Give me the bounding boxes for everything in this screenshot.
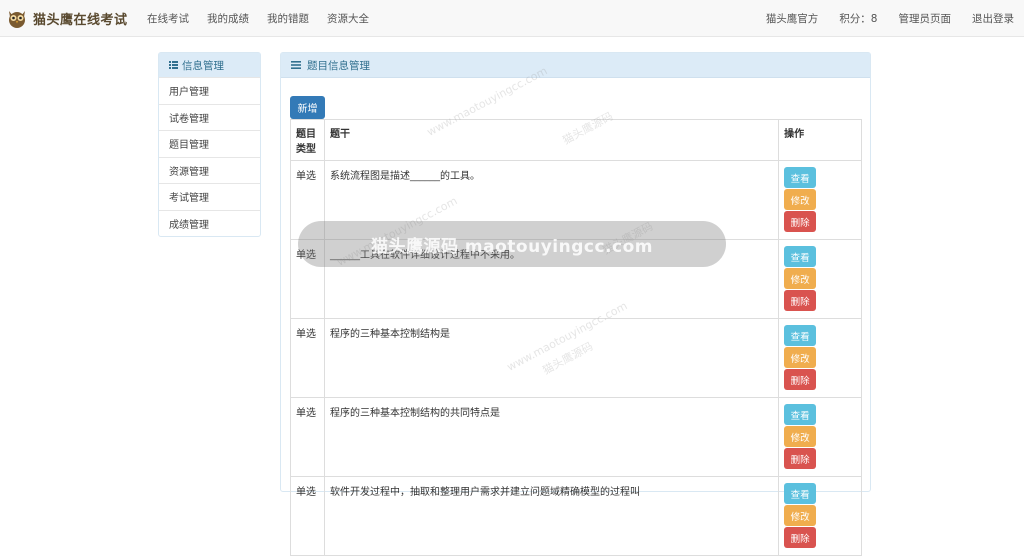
view-button[interactable]: 查看 <box>784 325 817 346</box>
question-type: 单选 <box>290 318 325 398</box>
top-navbar: 猫头鹰在线考试 在线考试 我的成绩 我的错题 资源大全 猫头鹰官方 积分：8 管… <box>0 0 1024 37</box>
sidebar-item-papers[interactable]: 试卷管理 <box>159 103 260 131</box>
edit-button[interactable]: 修改 <box>784 347 817 368</box>
question-table: 题目类型 题干 操作 单选 系统流程图是描述______的工具。 查看 修改 删… <box>290 119 862 556</box>
nav-resources[interactable]: 资源大全 <box>327 11 369 26</box>
column-header-actions: 操作 <box>778 119 862 161</box>
sidebar-item-exams[interactable]: 考试管理 <box>159 183 260 210</box>
watermark-overlay: 猫头鹰源码 maotouyingcc.com <box>298 221 726 267</box>
brand-title: 猫头鹰在线考试 <box>33 12 128 28</box>
table-row: 单选 软件开发过程中，抽取和整理用户需求并建立问题域精确模型的过程叫 查看 修改… <box>290 476 862 556</box>
edit-button[interactable]: 修改 <box>784 268 817 289</box>
sidebar-item-scores[interactable]: 成绩管理 <box>159 209 260 237</box>
delete-button[interactable]: 删除 <box>784 211 817 232</box>
question-panel: 题目信息管理 新增 题目类型 题干 操作 单选 系统流程图是描述______的工… <box>280 52 871 556</box>
add-question-button[interactable]: 新增 <box>290 96 325 119</box>
delete-button[interactable]: 删除 <box>784 290 817 311</box>
table-row: 单选 程序的三种基本控制结构的共同特点是 查看 修改 删除 <box>290 397 862 477</box>
edit-button[interactable]: 修改 <box>784 426 817 447</box>
list-icon <box>169 61 178 69</box>
delete-button[interactable]: 删除 <box>784 527 817 548</box>
user-nav: 猫头鹰官方 积分：8 管理员页面 退出登录 <box>745 0 1014 37</box>
view-button[interactable]: 查看 <box>784 404 817 425</box>
column-header-stem: 题干 <box>323 119 780 161</box>
owl-logo-icon <box>9 11 25 28</box>
sidebar-title: 信息管理 <box>182 59 224 72</box>
question-stem: 程序的三种基本控制结构是 <box>323 318 780 398</box>
nav-admin-page[interactable]: 管理员页面 <box>899 11 952 26</box>
brand[interactable]: 猫头鹰在线考试 <box>6 6 128 30</box>
edit-button[interactable]: 修改 <box>784 189 817 210</box>
panel-header: 题目信息管理 <box>281 53 870 78</box>
question-stem: 程序的三种基本控制结构的共同特点是 <box>323 397 780 477</box>
delete-button[interactable]: 删除 <box>784 448 817 469</box>
view-button[interactable]: 查看 <box>784 167 817 188</box>
nav-my-scores[interactable]: 我的成绩 <box>207 11 249 26</box>
nav-official[interactable]: 猫头鹰官方 <box>766 11 819 26</box>
sidebar: 信息管理 用户管理 试卷管理 题目管理 资源管理 考试管理 成绩管理 <box>158 52 261 237</box>
column-header-type: 题目类型 <box>290 119 325 161</box>
sidebar-header: 信息管理 <box>159 53 260 77</box>
delete-button[interactable]: 删除 <box>784 369 817 390</box>
view-button[interactable]: 查看 <box>784 246 817 267</box>
panel-title: 题目信息管理 <box>307 59 370 72</box>
nav-online-exam[interactable]: 在线考试 <box>147 11 189 26</box>
table-row: 单选 程序的三种基本控制结构是 查看 修改 删除 <box>290 318 862 398</box>
main-nav: 在线考试 我的成绩 我的错题 资源大全 <box>147 0 387 37</box>
sidebar-item-questions[interactable]: 题目管理 <box>159 130 260 157</box>
nav-my-mistakes[interactable]: 我的错题 <box>267 11 309 26</box>
menu-icon <box>291 61 301 69</box>
question-type: 单选 <box>290 397 325 477</box>
sidebar-item-users[interactable]: 用户管理 <box>159 77 260 104</box>
question-type: 单选 <box>290 476 325 556</box>
edit-button[interactable]: 修改 <box>784 505 817 526</box>
sidebar-item-resources[interactable]: 资源管理 <box>159 156 260 184</box>
question-stem: 软件开发过程中，抽取和整理用户需求并建立问题域精确模型的过程叫 <box>323 476 780 556</box>
points-display: 积分：8 <box>839 13 878 25</box>
logout-link[interactable]: 退出登录 <box>972 11 1014 26</box>
view-button[interactable]: 查看 <box>784 483 817 504</box>
